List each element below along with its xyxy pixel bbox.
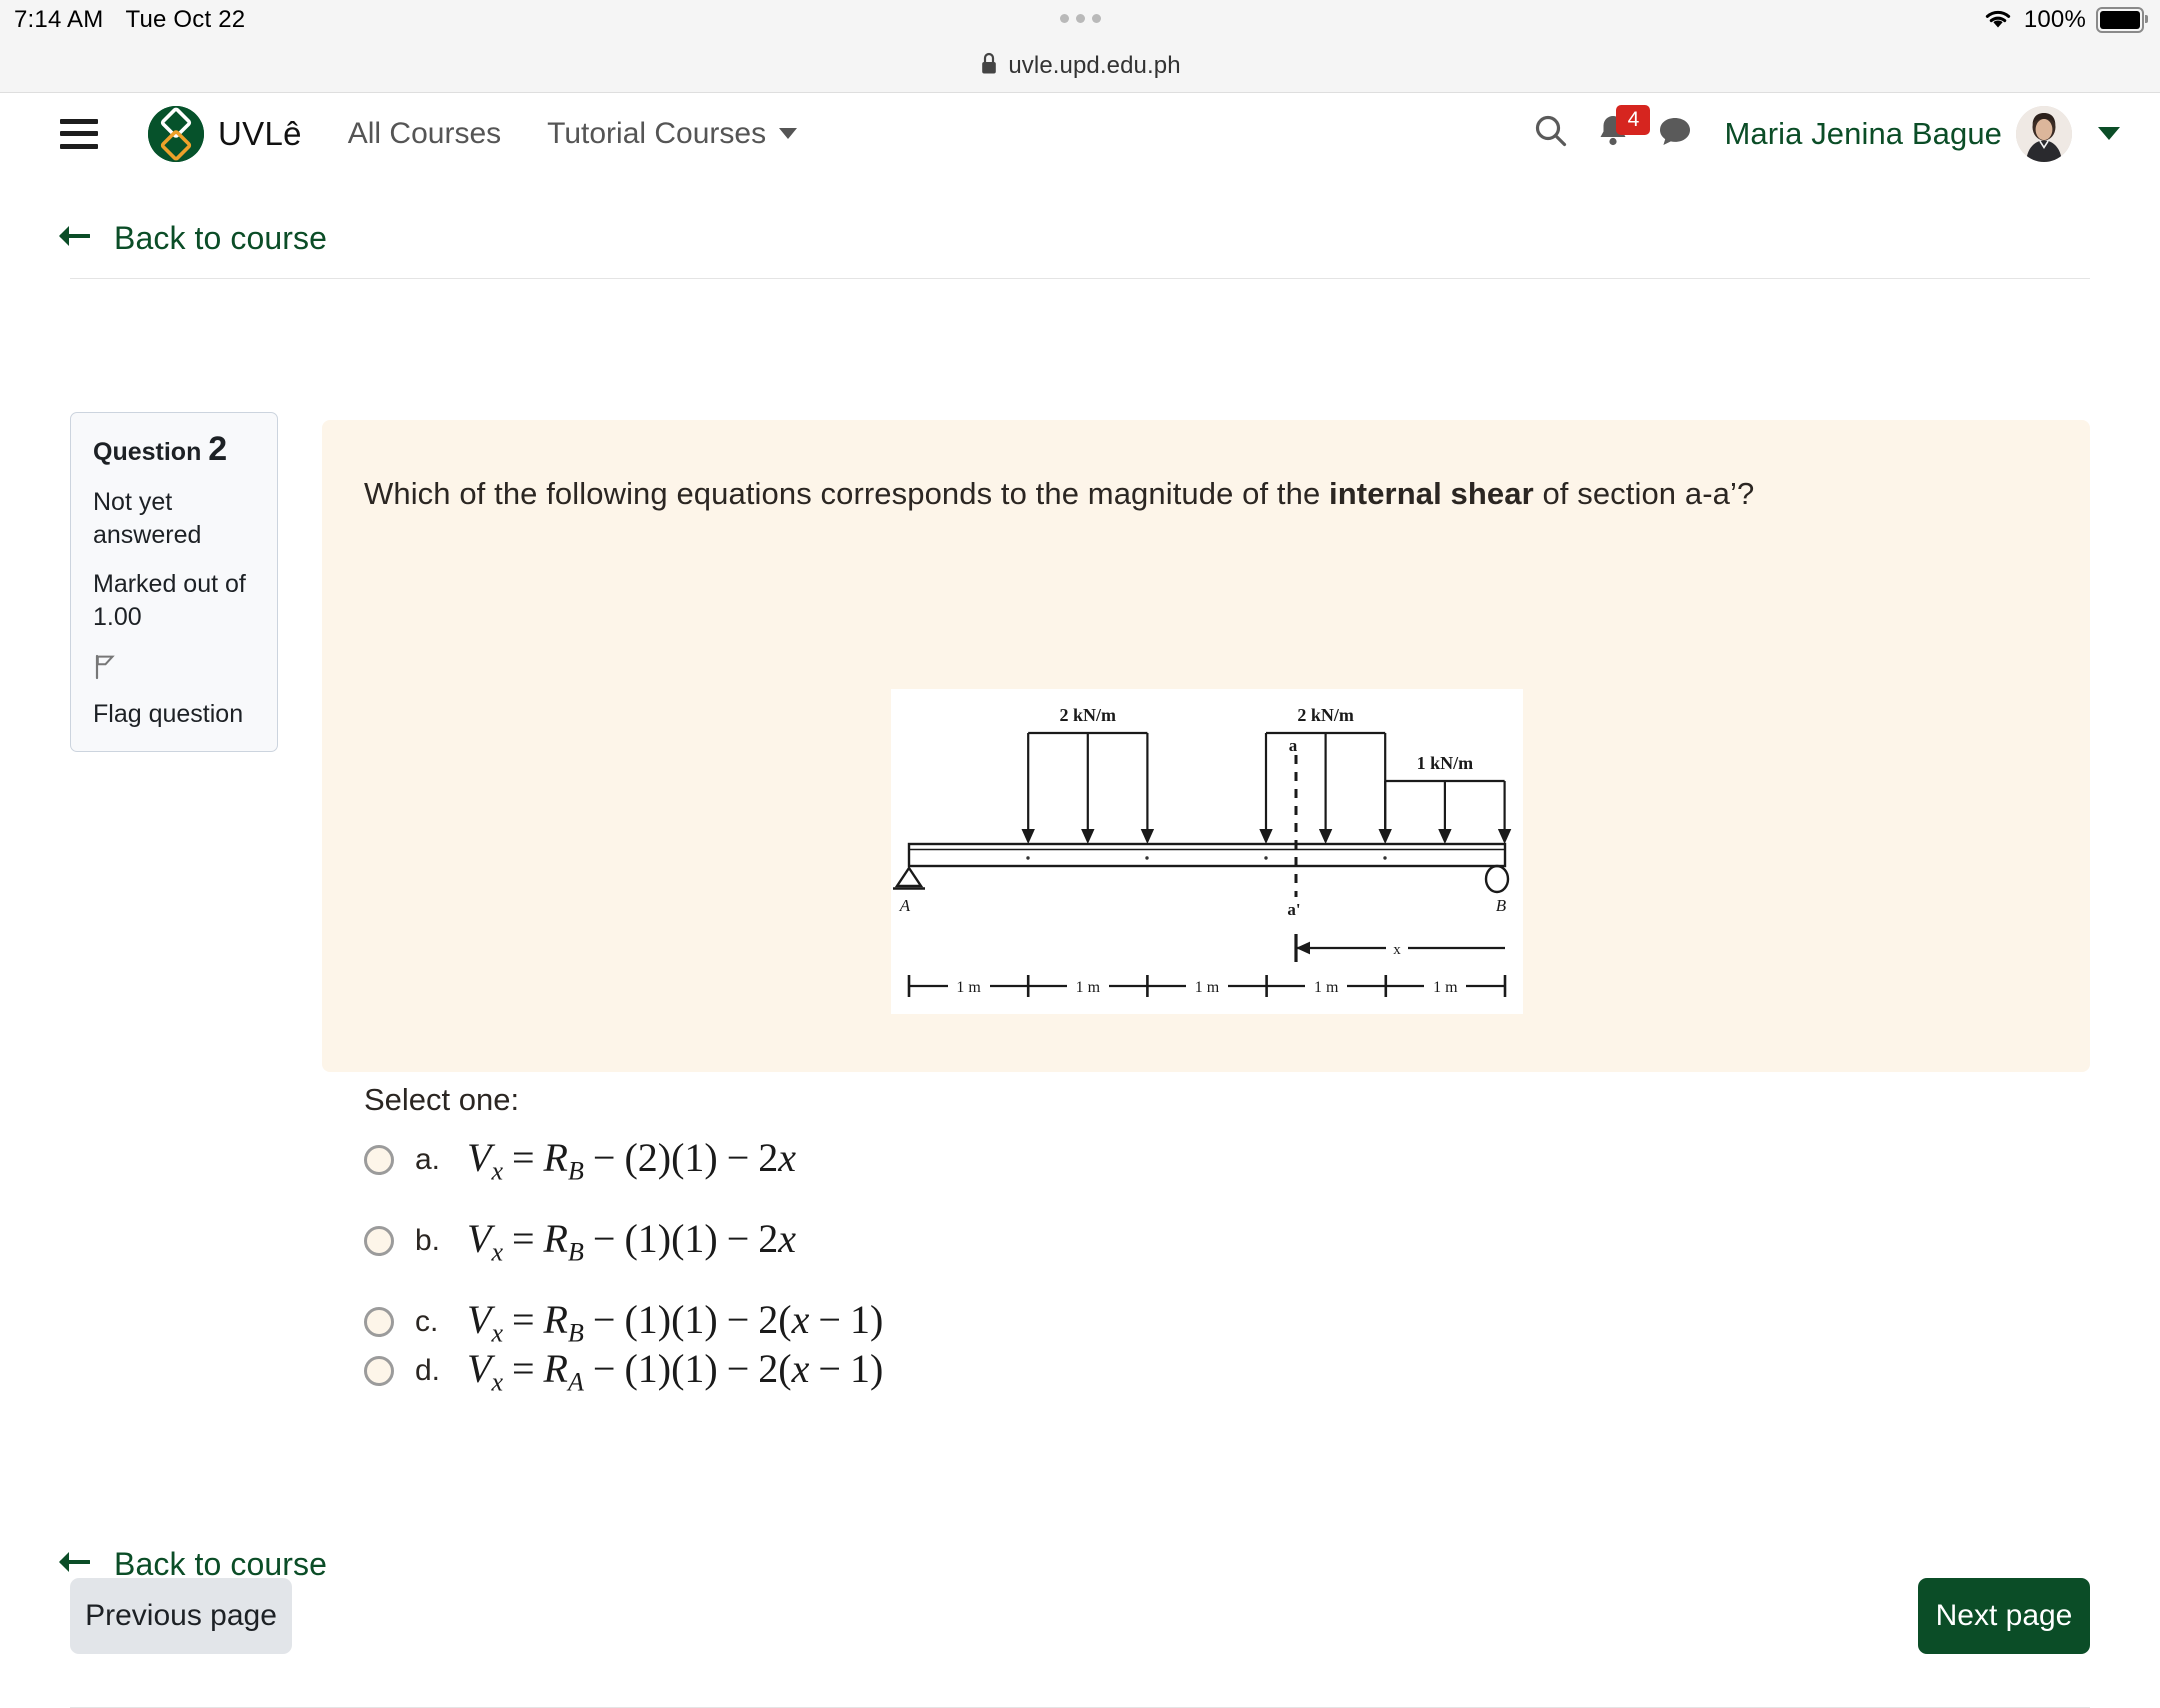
lock-icon: [979, 51, 999, 82]
answer-letter-b: b.: [415, 1224, 441, 1258]
question-marks: Marked out of 1.00: [93, 570, 246, 632]
question-prompt: Which of the following equations corresp…: [364, 476, 1754, 512]
arrow-left-icon: [56, 222, 91, 255]
notifications-button[interactable]: 4: [1582, 103, 1651, 165]
svg-text:1 m: 1 m: [1433, 979, 1458, 996]
uvle-logo-icon: [148, 105, 204, 162]
svg-text:2 kN/m: 2 kN/m: [1297, 705, 1354, 725]
messages-button[interactable]: [1644, 103, 1706, 165]
svg-text:1 m: 1 m: [1076, 979, 1101, 996]
question-prompt-before: Which of the following equations corresp…: [364, 476, 1330, 511]
answer-formula-a[interactable]: Vx = RB − (2)(1) −2x: [467, 1134, 796, 1186]
back-to-course-label-bottom: Back to course: [114, 1546, 328, 1582]
beam-diagram-figure: A B 2 kN/m 2 kN/m 1 kN/m a a' x 1 m 1 m …: [891, 689, 1523, 1014]
nav-link-tutorial-courses-label: Tutorial Courses: [547, 116, 767, 150]
status-bar-right: 100%: [1982, 0, 2148, 40]
brand-home-link[interactable]: UVLê: [148, 105, 302, 162]
user-menu-chevron-down-icon[interactable]: [2098, 127, 2120, 140]
brand-name: UVLê: [218, 114, 302, 152]
question-status: Not yet answered: [93, 488, 202, 550]
svg-text:1 m: 1 m: [1314, 979, 1339, 996]
battery-full-icon: [2096, 7, 2148, 33]
flag-icon: [93, 654, 117, 689]
svg-text:x: x: [1393, 942, 1401, 958]
select-one-label: Select one:: [364, 1082, 520, 1117]
next-page-button[interactable]: Next page: [1918, 1578, 2090, 1654]
search-button[interactable]: [1520, 103, 1582, 165]
answer-option-a[interactable]: a. Vx = RB − (2)(1) −2x: [364, 1134, 796, 1186]
user-avatar[interactable]: [2016, 105, 2072, 162]
answer-radio-c[interactable]: [364, 1307, 394, 1338]
flag-question-button[interactable]: Flag question: [93, 650, 255, 731]
flag-question-label: Flag question: [93, 700, 244, 729]
browser-address-bar[interactable]: uvle.upd.edu.ph: [0, 40, 2160, 93]
question-card: Which of the following equations corresp…: [322, 420, 2090, 1396]
svg-text:2 kN/m: 2 kN/m: [1060, 705, 1117, 725]
svg-text:a: a: [1289, 736, 1298, 755]
answer-radio-a[interactable]: [364, 1145, 394, 1176]
question-prompt-bold: internal shear: [1329, 476, 1534, 511]
question-heading: Question 2: [93, 430, 255, 468]
svg-text:B: B: [1496, 896, 1507, 915]
ipad-status-bar: 7:14 AM Tue Oct 22 100%: [0, 0, 2160, 40]
answer-option-b[interactable]: b. Vx = RB − (1)(1) −2x: [364, 1215, 796, 1267]
address-bar-url: uvle.upd.edu.ph: [1008, 52, 1181, 79]
svg-text:1 m: 1 m: [1195, 979, 1220, 996]
wifi-icon: [1982, 6, 2014, 35]
chevron-down-icon: [779, 128, 798, 139]
nav-link-all-courses[interactable]: All Courses: [348, 117, 501, 151]
chat-bubble-icon: [1657, 114, 1693, 153]
answer-letter-d: d.: [415, 1354, 441, 1388]
three-dots-icon[interactable]: [1059, 14, 1101, 23]
svg-text:1 m: 1 m: [956, 979, 981, 996]
back-to-course-link-top[interactable]: Back to course: [56, 220, 327, 257]
question-heading-label: Question: [93, 438, 202, 466]
back-to-course-row-bottom[interactable]: Back to course: [56, 1546, 327, 1583]
svg-text:1 kN/m: 1 kN/m: [1417, 753, 1474, 773]
divider-top: [70, 278, 2090, 279]
battery-percentage: 100%: [2023, 6, 2086, 33]
svg-text:a': a': [1287, 900, 1300, 919]
back-to-course-label-top: Back to course: [114, 220, 328, 256]
answer-formula-d[interactable]: Vx = RA − (1)(1) −2(x −1): [467, 1345, 883, 1397]
user-name[interactable]: Maria Jenina Bague: [1724, 116, 2002, 152]
answer-letter-c: c.: [415, 1305, 439, 1339]
answer-formula-b[interactable]: Vx = RB − (1)(1) −2x: [467, 1215, 796, 1267]
search-icon: [1532, 112, 1570, 155]
question-number: 2: [208, 430, 228, 468]
previous-page-button[interactable]: Previous page: [70, 1578, 292, 1654]
answer-option-d[interactable]: d. Vx = RA − (1)(1) −2(x −1): [364, 1345, 883, 1397]
question-info-box: Question 2 Not yet answered Marked out o…: [70, 412, 278, 753]
answer-option-c[interactable]: c. Vx = RB − (1)(1) −2(x −1): [364, 1296, 883, 1348]
nav-link-tutorial-courses[interactable]: Tutorial Courses: [547, 116, 798, 151]
answer-formula-c[interactable]: Vx = RB − (1)(1) −2(x −1): [467, 1296, 883, 1348]
svg-text:A: A: [899, 896, 911, 915]
answer-radio-d[interactable]: [364, 1356, 394, 1387]
answer-letter-a: a.: [415, 1143, 441, 1177]
question-prompt-after: of section a-a’?: [1533, 476, 1755, 511]
arrow-left-icon: [56, 1548, 91, 1581]
hamburger-menu-icon[interactable]: [60, 118, 98, 149]
page-content: Back to course Question 2 Not yet answer…: [0, 174, 2160, 1708]
answer-radio-b[interactable]: [364, 1226, 394, 1257]
browser-tab-overview-button[interactable]: [0, 10, 2160, 28]
site-navbar: UVLê All Courses Tutorial Courses 4 Mari…: [0, 93, 2160, 175]
navbar-right-cluster: 4 Maria Jenina Bague: [1520, 103, 2130, 165]
